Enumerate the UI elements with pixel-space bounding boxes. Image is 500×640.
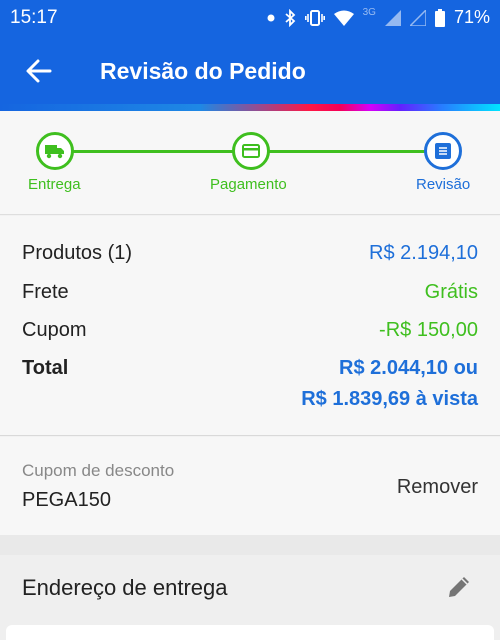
bluetooth-icon [284, 8, 296, 27]
cell-signal-2-icon [409, 9, 426, 26]
total-value: R$ 2.044,10 ou [339, 357, 478, 379]
step-label-entrega: Entrega [28, 176, 81, 193]
total-label: Total [22, 357, 69, 379]
step-entrega[interactable] [36, 132, 74, 170]
status-icons: 3G 71% [267, 7, 490, 28]
wifi-icon [333, 10, 354, 26]
status-time: 15:17 [10, 7, 58, 28]
products-label: Produtos (1) [22, 242, 133, 264]
coupon-code: PEGA150 [22, 489, 111, 511]
battery-icon [434, 8, 445, 27]
address-card[interactable] [6, 625, 494, 640]
remove-coupon-button[interactable]: Remover [397, 476, 478, 499]
truck-icon [45, 145, 64, 159]
list-icon [435, 143, 451, 159]
coupon-caption: Cupom de desconto [22, 461, 175, 480]
section-divider [0, 535, 500, 555]
step-label-pagamento: Pagamento [210, 176, 287, 193]
step-label-revisao: Revisão [416, 176, 471, 193]
shipping-label: Frete [22, 281, 69, 303]
coupon-label: Cupom [22, 319, 87, 341]
page-title: Revisão do Pedido [100, 58, 306, 84]
step-connector [73, 150, 233, 153]
total-cash-value: R$ 1.839,69 à vista [301, 388, 478, 410]
network-type: 3G [362, 7, 376, 18]
coupon-value: -R$ 150,00 [379, 319, 478, 341]
shipping-value: Grátis [424, 281, 478, 303]
notification-dot-icon [267, 14, 275, 22]
step-pagamento[interactable] [232, 132, 270, 170]
brand-gradient-strip [0, 104, 500, 111]
cell-signal-icon [384, 9, 401, 26]
checkout-stepper: Entrega Pagamento Revisão [0, 111, 500, 215]
credit-card-icon [242, 144, 260, 158]
app-bar: Revisão do Pedido [0, 36, 500, 104]
products-value: R$ 2.194,10 [369, 242, 478, 264]
order-summary: Produtos (1) R$ 2.194,10 Frete Grátis Cu… [0, 216, 500, 436]
edit-pencil-icon[interactable] [444, 572, 474, 602]
coupon-section: Cupom de desconto PEGA150 Remover [0, 437, 500, 535]
address-heading: Endereço de entrega [22, 575, 228, 600]
status-bar: 15:17 3G 71% [0, 0, 500, 36]
battery-percent: 71% [453, 7, 490, 27]
delivery-address-section: Endereço de entrega [0, 555, 500, 640]
back-arrow-icon[interactable] [24, 56, 54, 86]
step-connector [269, 150, 425, 153]
vibrate-icon [304, 9, 325, 27]
step-revisao[interactable] [424, 132, 462, 170]
